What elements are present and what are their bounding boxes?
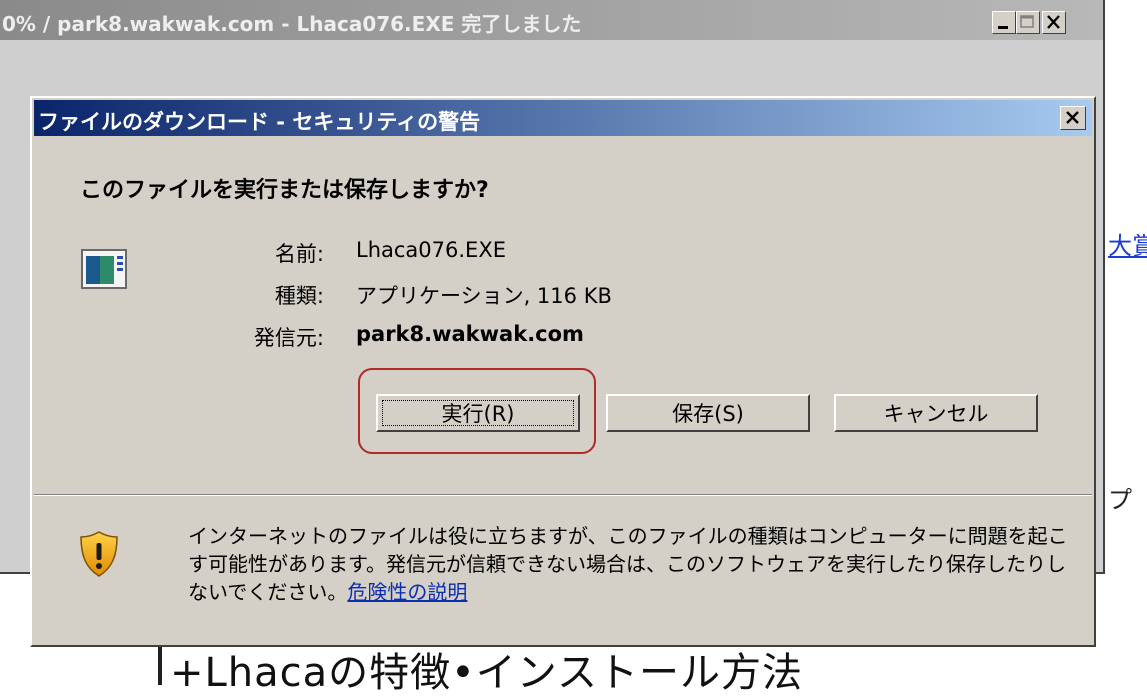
run-button[interactable]: 実行(R) bbox=[376, 394, 580, 432]
application-file-icon bbox=[80, 248, 146, 292]
download-progress-titlebar[interactable]: 0% / park8.wakwak.com - Lhaca076.EXE 完了し… bbox=[0, 0, 1103, 40]
close-icon[interactable] bbox=[1042, 11, 1066, 34]
dialog-titlebar[interactable]: ファイルのダウンロード - セキュリティの警告 bbox=[34, 100, 1092, 136]
file-type-label: 種類: bbox=[274, 284, 324, 308]
minimize-icon[interactable] bbox=[992, 11, 1016, 34]
save-button[interactable]: 保存(S) bbox=[606, 394, 810, 432]
background-page-heading: +Lhacaの特徴•インストール方法 bbox=[170, 650, 803, 696]
dialog-close-icon[interactable] bbox=[1060, 106, 1086, 130]
dialog-title: ファイルのダウンロード - セキュリティの警告 bbox=[38, 110, 481, 134]
dialog-separator bbox=[34, 494, 1092, 496]
background-page-link[interactable]: 大賞 bbox=[1108, 226, 1147, 261]
download-progress-title: 0% / park8.wakwak.com - Lhaca076.EXE 完了し… bbox=[2, 12, 582, 36]
risk-explanation-link[interactable]: 危険性の説明 bbox=[347, 580, 467, 604]
file-source-label: 発信元: bbox=[253, 326, 324, 350]
file-type-value: アプリケーション, 116 KB bbox=[356, 284, 612, 308]
security-warning-dialog: ファイルのダウンロード - セキュリティの警告 このファイルを実行または保存しま… bbox=[30, 96, 1096, 647]
security-warning-body: インターネットのファイルは役に立ちますが、このファイルの種類はコンピューターに問… bbox=[188, 524, 1068, 604]
page-vertical-rule-bottom bbox=[158, 646, 162, 685]
dialog-question: このファイルを実行または保存しますか? bbox=[80, 178, 489, 203]
file-source-value: park8.wakwak.com bbox=[356, 322, 584, 346]
background-page-text: プ bbox=[1108, 486, 1132, 514]
cancel-button[interactable]: キャンセル bbox=[834, 394, 1038, 432]
maximize-icon[interactable] bbox=[1016, 11, 1040, 34]
file-name-label: 名前: bbox=[274, 242, 324, 266]
security-warning-text: インターネットのファイルは役に立ちますが、このファイルの種類はコンピューターに問… bbox=[188, 522, 1068, 606]
file-name-value: Lhaca076.EXE bbox=[356, 238, 506, 262]
security-shield-icon bbox=[78, 530, 120, 578]
